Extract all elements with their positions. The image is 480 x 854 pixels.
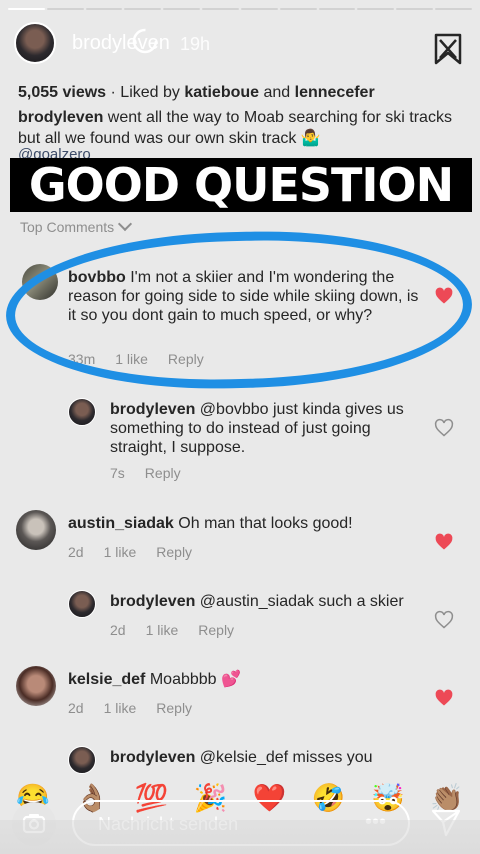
story-reply-bar: 😂👌🏽💯🎉❤️🤣🤯👏🏽 Nachricht senden •••	[0, 760, 480, 854]
comment-meta: 33m 1 like Reply	[68, 350, 204, 369]
liked-by-prefix: · Liked by	[106, 84, 185, 101]
comment-likes[interactable]: 1 like	[115, 350, 148, 369]
story-header: brodyleven 19h	[14, 22, 466, 66]
progress-segment	[46, 8, 84, 10]
progress-segment	[124, 8, 162, 10]
heart-filled-icon[interactable]	[434, 286, 454, 306]
views-line: 5,055 views · Liked by katieboue and len…	[18, 82, 464, 103]
comment-text: @austin_siadak such a skier	[195, 593, 404, 610]
liked-user-link[interactable]: lennecefer	[295, 84, 375, 101]
top-comments-label: Top Comments	[20, 219, 115, 235]
post-caption: brodyleven went all the way to Moab sear…	[18, 107, 464, 149]
comment-meta: 7s Reply	[110, 464, 181, 483]
comment-avatar[interactable]	[68, 398, 96, 426]
story-author-avatar[interactable]	[14, 22, 56, 64]
comment-time: 2d	[68, 544, 84, 560]
comment-body: kelsie_def Moabbbb 💕	[68, 670, 424, 689]
reply-button[interactable]: Reply	[168, 350, 204, 369]
heart-filled-icon[interactable]	[434, 688, 454, 708]
liked-and-text: and	[259, 84, 295, 101]
heart-outline-icon[interactable]	[434, 418, 454, 438]
comment-username[interactable]: kelsie_def	[68, 671, 145, 688]
bottom-strip	[0, 820, 480, 854]
liked-user-link[interactable]: katieboue	[184, 84, 259, 101]
comment-likes[interactable]: 1 like	[104, 699, 137, 718]
comment-body: bovbbo I'm not a skiier and I'm wonderin…	[68, 268, 424, 325]
top-comments-sort[interactable]: Top Comments	[20, 216, 133, 235]
comment-avatar[interactable]	[16, 510, 56, 550]
comment-meta: 2d 1 like Reply	[68, 699, 192, 718]
chevron-down-icon	[118, 216, 133, 232]
post-meta: 5,055 views · Liked by katieboue and len…	[18, 82, 464, 149]
comment-time: 33m	[68, 351, 96, 367]
comment-text: Oh man that looks good!	[173, 515, 353, 532]
story-timestamp: 19h	[180, 34, 211, 54]
progress-segment	[357, 8, 395, 10]
comment-avatar[interactable]	[16, 666, 56, 706]
progress-segment	[202, 8, 239, 10]
bookmark-close-icon[interactable]	[432, 32, 464, 66]
comment-username[interactable]: brodyleven	[110, 401, 195, 418]
progress-segment	[396, 8, 434, 10]
comment-meta: 2d 1 like Reply	[110, 621, 234, 640]
reply-button[interactable]: Reply	[145, 464, 181, 483]
comment-text: Moabbbb 💕	[145, 671, 241, 688]
comment-username[interactable]: bovbbo	[68, 269, 126, 286]
comment-time: 2d	[110, 622, 126, 638]
good-question-banner: GOOD QUESTION	[10, 158, 472, 212]
comment-body: brodyleven @bovbbo just kinda gives us s…	[110, 400, 410, 457]
story-progress-bar	[8, 8, 472, 10]
progress-segment	[318, 8, 356, 10]
comment-body: brodyleven @austin_siadak such a skier	[110, 592, 410, 611]
heart-outline-icon[interactable]	[434, 610, 454, 630]
comment-likes[interactable]: 1 like	[146, 621, 179, 640]
comment-time: 2d	[68, 700, 84, 716]
reply-button[interactable]: Reply	[156, 699, 192, 718]
heart-filled-icon[interactable]	[434, 532, 454, 552]
progress-segment	[435, 8, 472, 10]
reply-button[interactable]: Reply	[156, 543, 192, 562]
comment-time: 7s	[110, 465, 125, 481]
caption-username[interactable]: brodyleven	[18, 109, 103, 126]
reply-button[interactable]: Reply	[198, 621, 234, 640]
comment-likes[interactable]: 1 like	[104, 543, 137, 562]
progress-segment	[279, 8, 317, 10]
loading-spinner-icon	[132, 28, 158, 54]
progress-segment	[240, 8, 278, 10]
comment-avatar[interactable]	[68, 590, 96, 618]
comment-username[interactable]: austin_siadak	[68, 515, 174, 532]
comment-meta: 2d 1 like Reply	[68, 543, 192, 562]
comment-username[interactable]: brodyleven	[110, 593, 195, 610]
comment-avatar[interactable]	[22, 264, 58, 300]
views-count[interactable]: 5,055 views	[18, 84, 106, 101]
progress-segment	[85, 8, 123, 10]
comment-body: austin_siadak Oh man that looks good!	[68, 514, 424, 533]
progress-segment	[8, 8, 45, 10]
progress-segment	[163, 8, 201, 10]
